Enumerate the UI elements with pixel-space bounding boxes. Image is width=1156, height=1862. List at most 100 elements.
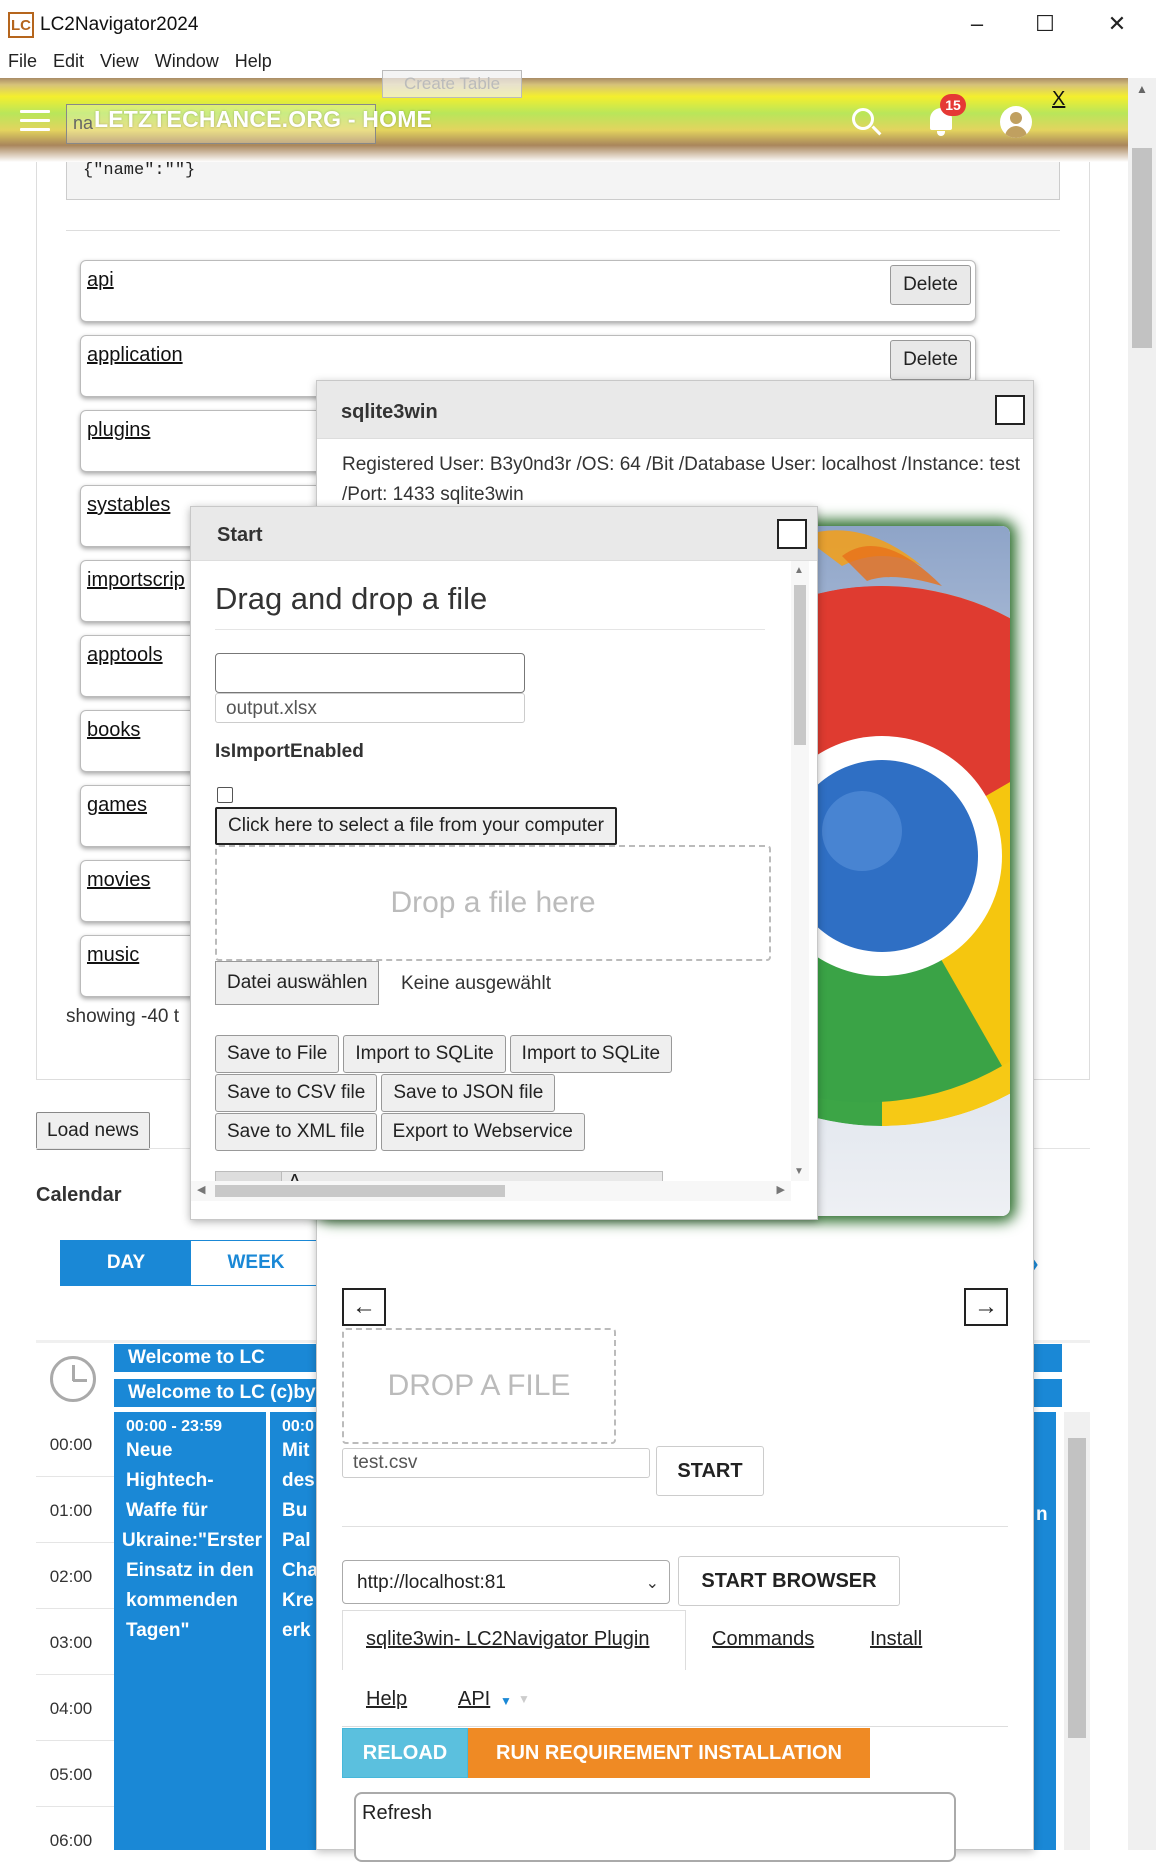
maximize-button[interactable]: ☐	[1020, 8, 1070, 40]
event-line: Tagen"	[126, 1620, 190, 1641]
hour-line	[36, 1542, 114, 1543]
scrollbar-thumb[interactable]	[215, 1185, 505, 1197]
delete-button[interactable]: Delete	[890, 265, 971, 305]
plugin-tabs: sqlite3win- LC2Navigator Plugin Commands…	[342, 1610, 1008, 1710]
create-table-button[interactable]: Create Table	[382, 70, 522, 98]
drop-file-zone[interactable]: Drop a file here	[215, 845, 771, 961]
start-browser-button[interactable]: START BROWSER	[678, 1556, 900, 1606]
choose-file-button[interactable]: Datei auswählen	[215, 961, 380, 1005]
hour-line	[36, 1806, 114, 1807]
refresh-textarea[interactable]: Refresh	[354, 1792, 956, 1862]
run-requirement-installation-button[interactable]: RUN REQUIREMENT INSTALLATION	[468, 1728, 870, 1778]
tab-day[interactable]: DAY	[61, 1241, 191, 1285]
scroll-up-icon[interactable]: ▲	[794, 565, 804, 576]
tab-commands[interactable]: Commands	[712, 1628, 814, 1651]
menu-help[interactable]: Help	[227, 48, 280, 78]
tab-week[interactable]: WEEK	[191, 1241, 321, 1285]
url-select-value: http://localhost:81	[357, 1572, 506, 1593]
event-line: Einsatz in den	[126, 1560, 254, 1581]
hour-label: 00:00	[49, 1435, 93, 1454]
output-filename-input[interactable]: output.xlsx	[215, 693, 525, 723]
next-arrow-button[interactable]: →	[964, 1288, 1008, 1326]
divider	[342, 1726, 1008, 1727]
calendar-event[interactable]: 00:00 - 23:59 Neue Hightech- Waffe für U…	[114, 1412, 266, 1850]
scroll-right-icon[interactable]: ▶	[777, 1183, 785, 1196]
menu-file[interactable]: File	[0, 48, 45, 78]
hour-line	[36, 1608, 114, 1609]
table-link-movies[interactable]: movies	[87, 869, 150, 892]
dropdown-caret-icon: ▼	[518, 1692, 530, 1706]
tab-plugin[interactable]: sqlite3win- LC2Navigator Plugin	[366, 1628, 649, 1651]
file-path-input[interactable]	[215, 653, 525, 693]
save-to-csv-button[interactable]: Save to CSV file	[215, 1074, 378, 1112]
account-icon[interactable]	[1000, 106, 1032, 138]
close-button[interactable]: ✕	[1092, 8, 1142, 40]
save-to-xml-button[interactable]: Save to XML file	[215, 1113, 377, 1151]
tab-install[interactable]: Install	[870, 1628, 922, 1651]
import-to-sqlite-button[interactable]: Import to SQLite	[509, 1035, 673, 1073]
save-to-json-button[interactable]: Save to JSON file	[381, 1074, 556, 1112]
start-window-hscroll[interactable]: ◀ ▶	[191, 1181, 791, 1201]
select-file-button[interactable]: Click here to select a file from your co…	[215, 807, 617, 845]
table-link-apptools[interactable]: apptools	[87, 644, 163, 667]
tab-api[interactable]: API	[458, 1688, 490, 1711]
scrollbar-thumb[interactable]	[1132, 148, 1152, 348]
window-maximize-button[interactable]	[777, 519, 807, 549]
search-icon[interactable]	[852, 108, 874, 130]
scrollbar-thumb[interactable]	[1068, 1438, 1086, 1738]
table-link-api[interactable]: api	[87, 269, 114, 292]
hour-label: 02:00	[49, 1567, 93, 1586]
import-to-sqlite-button[interactable]: Import to SQLite	[343, 1035, 506, 1073]
tab-help[interactable]: Help	[366, 1688, 407, 1711]
header-close-link[interactable]: X	[1052, 88, 1065, 111]
scrollbar-thumb[interactable]	[794, 585, 806, 745]
filename-input[interactable]: test.csv	[342, 1448, 650, 1478]
table-link-application[interactable]: application	[87, 344, 183, 367]
event-time: 00:00 - 23:59	[126, 1418, 223, 1435]
brand-title[interactable]: LETZTECHANCE.ORG - HOME	[94, 106, 432, 133]
hamburger-menu-icon[interactable]	[20, 110, 50, 132]
dropdown-caret-icon[interactable]: ▼	[500, 1694, 512, 1708]
page-scrollbar[interactable]: ▲	[1128, 78, 1156, 1850]
window-maximize-button[interactable]	[995, 395, 1025, 425]
scroll-left-icon[interactable]: ◀	[197, 1183, 205, 1196]
save-to-file-button[interactable]: Save to File	[215, 1035, 340, 1073]
event-line: Kre	[282, 1590, 314, 1611]
table-link-books[interactable]: books	[87, 719, 140, 742]
app-logo-icon: LC	[8, 12, 34, 38]
menu-window[interactable]: Window	[147, 48, 227, 78]
start-window-vscroll[interactable]: ▲ ▼	[791, 561, 809, 1181]
event-line: Cha	[282, 1560, 316, 1581]
start-button[interactable]: START	[656, 1446, 764, 1496]
reload-button[interactable]: RELOAD	[342, 1728, 468, 1778]
calendar-event[interactable]: n	[1034, 1412, 1056, 1850]
window-header[interactable]: sqlite3win	[317, 381, 1033, 439]
hour-label: 06:00	[49, 1831, 93, 1850]
window-header[interactable]: Start	[191, 507, 817, 561]
scroll-up-icon[interactable]: ▲	[1128, 82, 1156, 96]
load-news-button[interactable]: Load news	[36, 1112, 150, 1150]
table-link-games[interactable]: games	[87, 794, 147, 817]
drop-zone[interactable]: DROP A FILE	[342, 1328, 616, 1444]
minimize-button[interactable]: –	[952, 8, 1002, 40]
import-enabled-checkbox[interactable]	[217, 787, 233, 803]
registered-user-info: Registered User: B3y0nd3r /OS: 64 /Bit /…	[342, 454, 1020, 505]
event-line: Bu	[282, 1500, 308, 1521]
divider	[342, 1526, 1008, 1527]
calendar-title: Calendar	[36, 1184, 122, 1206]
scroll-down-icon[interactable]: ▼	[794, 1166, 804, 1177]
delete-button[interactable]: Delete	[890, 340, 971, 380]
calendar-event[interactable]: 00:0 Mit des Bu Pal Cha Kre erk	[270, 1412, 316, 1850]
menu-view[interactable]: View	[92, 48, 147, 78]
no-file-label: Keine ausgewählt	[401, 973, 551, 994]
table-link-systables[interactable]: systables	[87, 494, 170, 517]
url-select[interactable]: http://localhost:81 ⌄	[342, 1560, 670, 1604]
event-line: des	[282, 1470, 315, 1491]
calendar-scrollbar[interactable]	[1064, 1412, 1090, 1850]
export-to-webservice-button[interactable]: Export to Webservice	[380, 1113, 585, 1151]
table-link-music[interactable]: music	[87, 944, 139, 967]
table-link-importscrip[interactable]: importscrip	[87, 569, 185, 592]
menu-edit[interactable]: Edit	[45, 48, 92, 78]
table-link-plugins[interactable]: plugins	[87, 419, 150, 442]
previous-arrow-button[interactable]: ←	[342, 1288, 386, 1326]
